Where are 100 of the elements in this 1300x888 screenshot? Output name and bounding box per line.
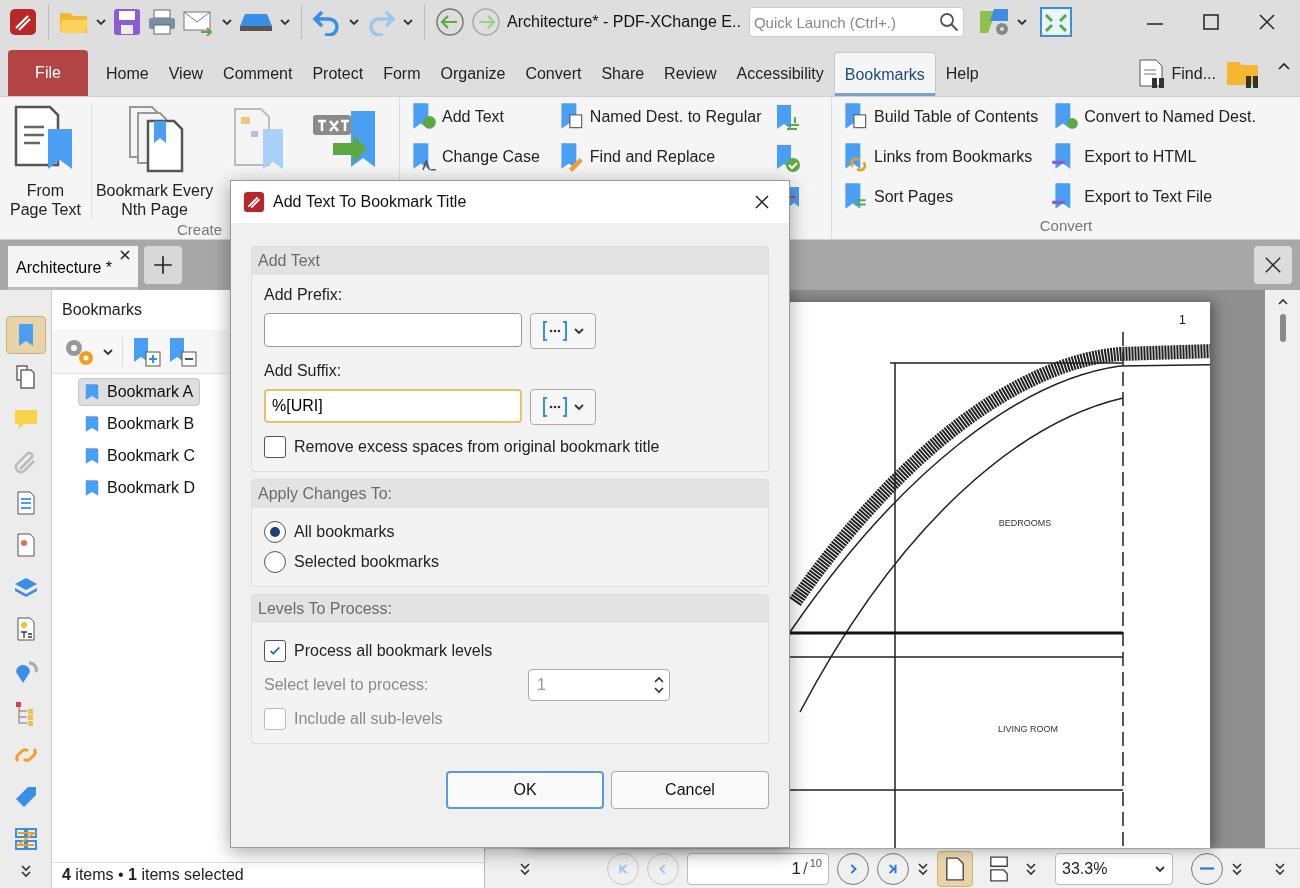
- ribbon-button[interactable]: Links from Bookmarks: [836, 140, 1043, 174]
- new-tab-button[interactable]: [144, 246, 183, 284]
- undo-icon[interactable]: [312, 8, 342, 36]
- ribbon-tab[interactable]: Bookmarks: [833, 52, 936, 96]
- checkbox[interactable]: [264, 436, 286, 458]
- more-chevron-icon[interactable]: [519, 861, 531, 876]
- field-label: Add Suffix:: [264, 361, 343, 381]
- checkbox-label: Remove excess spaces from original bookmark title: [294, 437, 660, 457]
- macro-dropdown-button[interactable]: [530, 389, 596, 425]
- printer-icon[interactable]: [147, 8, 177, 36]
- room-label: BEDROOMS: [998, 518, 1052, 528]
- document-tab[interactable]: Architecture *: [8, 246, 139, 290]
- fullscreen-icon[interactable]: [1039, 7, 1072, 37]
- ribbon-tab[interactable]: Protect: [302, 52, 374, 96]
- ok-button[interactable]: OK: [446, 771, 604, 809]
- minus-icon: [1200, 867, 1214, 870]
- panel-title: Bookmarks: [62, 300, 143, 320]
- single-page-icon: [945, 855, 965, 882]
- ribbon-button[interactable]: Find and Replace: [551, 140, 766, 174]
- check-icon: [268, 644, 282, 658]
- ribbon-tab[interactable]: Accessibility: [726, 52, 834, 96]
- ribbon-tab[interactable]: Convert: [515, 52, 592, 96]
- app-logo-icon[interactable]: [8, 7, 38, 37]
- zoom-dropdown[interactable]: 33.3%: [1055, 852, 1173, 885]
- more-chevron-icon[interactable]: [19, 864, 32, 878]
- ribbon-tab[interactable]: Share: [591, 52, 655, 96]
- suffix-input-field[interactable]: %[URI]: [264, 389, 522, 423]
- find-button[interactable]: Find...: [1131, 52, 1220, 96]
- page-number: 1: [1178, 311, 1186, 329]
- ribbon-button[interactable]: Export to Text File: [1046, 180, 1260, 214]
- remove-bookmark-icon[interactable]: [167, 335, 199, 368]
- group-label: Convert: [1038, 215, 1094, 236]
- bookmark-item[interactable]: Bookmark A: [78, 378, 201, 406]
- field-label: Add Prefix:: [264, 285, 344, 305]
- group-heading: Add Text: [252, 247, 768, 275]
- bookmark-item[interactable]: Bookmark B: [78, 410, 202, 438]
- ribbon-button[interactable]: Add Text: [404, 100, 544, 134]
- group-label: Create: [176, 220, 223, 240]
- prefix-input-field[interactable]: [264, 313, 522, 347]
- caret-icon: [279, 16, 291, 28]
- save-icon[interactable]: [113, 8, 141, 36]
- window-title: Architecture* - PDF-XChange E..: [507, 12, 741, 32]
- scrollbar-thumb[interactable]: [1279, 314, 1286, 342]
- ribbon-button[interactable]: Convert to Named Dest.: [1046, 100, 1260, 134]
- maximize-icon: [1201, 12, 1221, 32]
- ribbon-large-button[interactable]: Bookmark Every Nth Page: [90, 103, 218, 219]
- file-tab[interactable]: File: [8, 50, 88, 96]
- caret-icon: [573, 401, 585, 413]
- ribbon-button[interactable]: Named Dest. to Regular: [551, 100, 766, 134]
- more-chevron-icon[interactable]: [1231, 861, 1243, 876]
- bookmark-icon: [85, 479, 99, 497]
- ribbon-large-button[interactable]: From Page Text: [6, 103, 85, 219]
- ribbon-tab[interactable]: Help: [935, 52, 989, 96]
- radio-label: Selected bookmarks: [294, 552, 439, 572]
- caret-icon: [348, 16, 360, 28]
- settings-icon[interactable]: [977, 7, 1010, 37]
- macro-icon: [541, 395, 569, 419]
- caret-icon: [402, 16, 414, 28]
- ribbon-tab[interactable]: Review: [654, 52, 727, 96]
- single-page-button[interactable]: [937, 850, 973, 887]
- ribbon-button[interactable]: Sort Pages: [836, 180, 1043, 214]
- ribbon-tab[interactable]: Comment: [213, 52, 303, 96]
- macro-dropdown-button[interactable]: [530, 313, 596, 349]
- ribbon-tab[interactable]: View: [158, 52, 214, 96]
- room-label: LIVING ROOM: [998, 724, 1058, 734]
- more-chevron-icon[interactable]: [917, 861, 929, 876]
- panel-toggle-button[interactable]: [5, 316, 46, 354]
- email-icon[interactable]: [183, 8, 215, 36]
- cancel-button[interactable]: Cancel: [611, 771, 769, 809]
- bookmark-item[interactable]: Bookmark C: [78, 442, 203, 470]
- ribbon-tab[interactable]: Home: [96, 52, 159, 96]
- ribbon-button[interactable]: Change Case: [404, 140, 544, 174]
- ribbon-button[interactable]: Export to HTML: [1046, 140, 1260, 174]
- continuous-pages-icon: [989, 855, 1009, 882]
- close-icon: [1264, 256, 1282, 274]
- ribbon-tab[interactable]: Form: [373, 52, 431, 96]
- caret-icon: [221, 16, 233, 28]
- status-text: 4 items • 1 items selected: [62, 866, 244, 883]
- checkbox-label: Process all bookmark levels: [294, 641, 493, 661]
- caret-icon: [573, 325, 585, 337]
- more-chevron-icon[interactable]: [1025, 861, 1037, 876]
- app-logo-icon: [243, 191, 265, 213]
- close-icon[interactable]: [120, 250, 131, 260]
- more-chevron-icon[interactable]: [1274, 861, 1286, 876]
- plus-icon: [152, 254, 175, 276]
- ribbon-button[interactable]: Build Table of Contents: [836, 100, 1043, 134]
- checkbox-label: Include all sub-levels: [294, 709, 443, 729]
- bookmark-icon: [85, 447, 99, 465]
- ribbon-tab[interactable]: Organize: [430, 52, 516, 96]
- add-bookmark-icon[interactable]: [131, 335, 163, 368]
- minimize-icon: [1147, 23, 1163, 25]
- close-icon: [1257, 12, 1277, 32]
- bookmark-icon: [85, 415, 99, 433]
- close-icon: [754, 194, 770, 210]
- dialog-title: Add Text To Bookmark Title: [273, 192, 468, 212]
- group-heading: Levels To Process:: [252, 595, 768, 623]
- bookmark-item[interactable]: Bookmark D: [78, 474, 203, 502]
- quick-launch-field[interactable]: Quick Launch (Ctrl+.): [748, 7, 964, 37]
- radio-button[interactable]: [264, 521, 286, 543]
- radio-button[interactable]: [264, 551, 286, 573]
